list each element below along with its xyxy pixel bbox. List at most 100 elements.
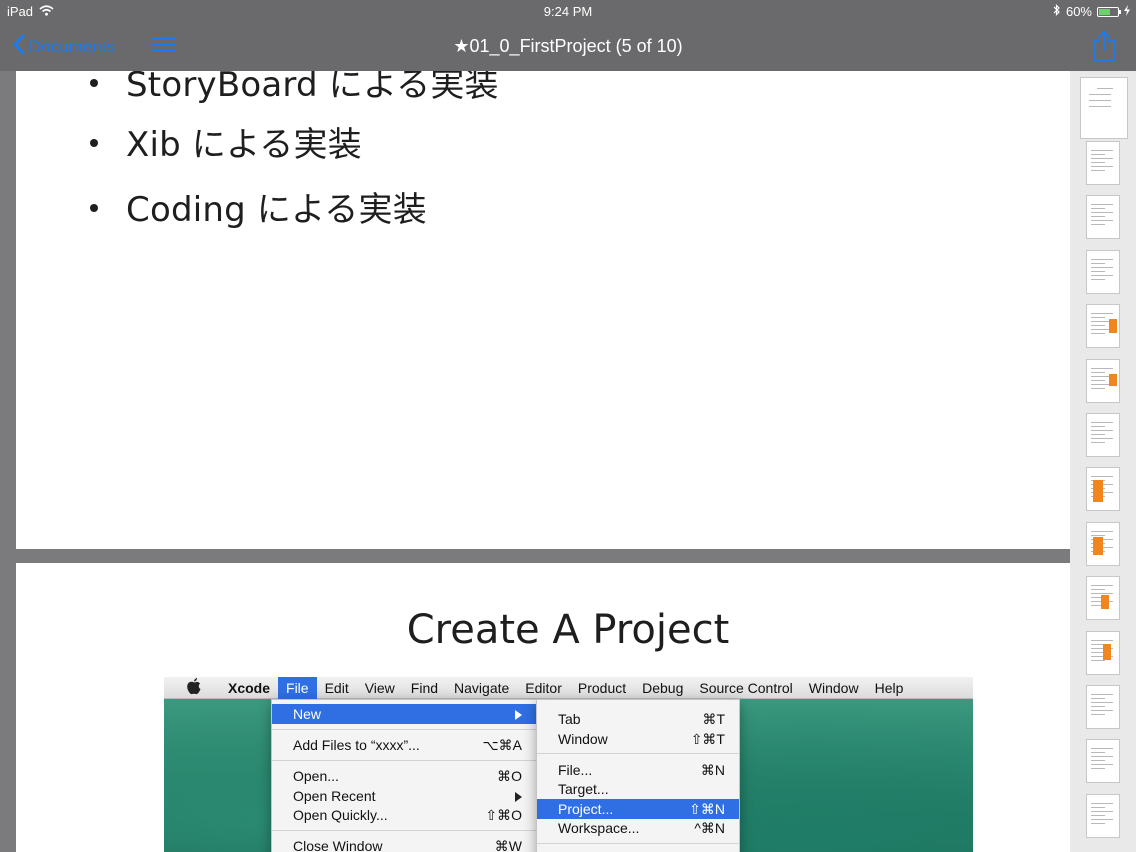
- thumbnail-line: [1091, 714, 1105, 715]
- page-thumbnail[interactable]: [1086, 576, 1120, 621]
- thumbnail-line: [1091, 224, 1105, 226]
- menu-source-control: Source Control: [699, 679, 793, 696]
- page-thumbnail[interactable]: [1080, 77, 1128, 139]
- menu-window: Window: [808, 679, 859, 696]
- page-thumbnail[interactable]: [1086, 630, 1120, 675]
- page-thumbnail[interactable]: [1086, 521, 1120, 566]
- page-thumbnail[interactable]: [1086, 793, 1120, 838]
- thumbnail-line: [1091, 422, 1113, 423]
- battery-icon: [1097, 6, 1121, 17]
- file-menu-item-open: Open... ⌘O: [293, 768, 522, 784]
- page-thumbnail[interactable]: [1086, 141, 1120, 185]
- xcode-screenshot: Xcode File Edit View Find Navigate Edito…: [164, 677, 973, 852]
- thumbnail-line: [1091, 585, 1113, 587]
- thumbnail-line: [1091, 639, 1113, 641]
- thumbnail-line: [1091, 216, 1105, 218]
- thumbnail-line: [1091, 710, 1113, 711]
- page-thumbnail[interactable]: [1086, 304, 1120, 349]
- thumbnail-line: [1091, 534, 1105, 536]
- thumbnail-line: [1091, 212, 1113, 214]
- thumbnail-line: [1091, 698, 1105, 699]
- thumbnail-line: [1091, 379, 1105, 381]
- thumbnail-highlight: [1101, 595, 1109, 610]
- menu-separator: [272, 830, 536, 831]
- menu-separator: [537, 753, 739, 754]
- thumbnail-line: [1091, 220, 1113, 222]
- thumbnail-line: [1091, 367, 1113, 369]
- thumbnail-line: [1091, 760, 1105, 762]
- thumbnail-line: [1091, 694, 1113, 695]
- apple-logo-icon: [186, 677, 206, 698]
- thumbnail-line: [1091, 313, 1113, 315]
- thumbnail-line: [1091, 659, 1105, 661]
- new-menu-item-window: Window ⇧⌘T: [558, 731, 725, 747]
- thumbnail-line: [1091, 438, 1113, 439]
- page-thumbnail[interactable]: [1086, 249, 1120, 294]
- thumbnail-line: [1091, 162, 1105, 163]
- thumbnail-line: [1091, 426, 1105, 427]
- menu-debug: Debug: [642, 679, 684, 696]
- page-thumbnail[interactable]: [1086, 358, 1120, 403]
- thumbnail-line: [1091, 814, 1105, 816]
- thumbnail-line: [1091, 150, 1113, 151]
- menu-find: Find: [410, 679, 439, 696]
- thumbnail-line: [1091, 317, 1105, 319]
- thumbnail-line: [1091, 593, 1113, 595]
- file-dropdown: New Add Files to “xxxx”... ⌥⌘A Open... ⌘…: [271, 699, 537, 852]
- new-menu-item-tab: Tab ⌘T: [558, 711, 725, 727]
- thumbnail-highlight: [1109, 319, 1117, 334]
- thumbnail-line: [1091, 806, 1105, 808]
- thumbnail-highlight: [1109, 373, 1117, 386]
- thumbnail-line: [1091, 752, 1105, 754]
- share-button[interactable]: [1092, 30, 1116, 67]
- submenu-arrow-icon: [515, 710, 522, 720]
- page-thumbnail[interactable]: [1086, 413, 1120, 457]
- navigation-bar: Documents ★01_0_FirstProject (5 of 10): [0, 22, 1136, 71]
- battery-fill: [1099, 8, 1110, 15]
- new-submenu: Tab ⌘T Window ⇧⌘T File... ⌘N Target... P…: [536, 699, 740, 852]
- thumbnail-highlight: [1093, 536, 1103, 555]
- thumbnail-line: [1091, 158, 1113, 159]
- thumbnail-line: [1091, 442, 1105, 443]
- bluetooth-icon: [1053, 4, 1061, 19]
- page-thumbnail[interactable]: [1086, 195, 1120, 240]
- clock: 9:24 PM: [543, 4, 593, 19]
- thumbnail-line: [1091, 154, 1105, 155]
- thumbnail-line: [1091, 274, 1113, 276]
- thumbnail-line: [1091, 371, 1105, 373]
- thumbnail-line: [1091, 387, 1105, 389]
- thumbnail-line: [1091, 208, 1105, 210]
- thumbnail-line: [1091, 748, 1113, 750]
- thumbnail-line: [1097, 88, 1113, 89]
- thumbnail-highlight: [1093, 480, 1103, 503]
- thumbnail-line: [1091, 818, 1113, 820]
- thumbnail-line: [1091, 333, 1105, 335]
- page-thumbnail[interactable]: [1086, 739, 1120, 784]
- page-thumbnail[interactable]: [1086, 467, 1120, 512]
- page-thumbnail-sidebar[interactable]: [1070, 71, 1136, 852]
- thumbnail-line: [1091, 434, 1105, 435]
- status-bar: iPad 9:24 PM 60%: [0, 0, 1136, 22]
- thumbnail-line: [1091, 430, 1113, 431]
- thumbnail-line: [1089, 100, 1111, 101]
- mac-menubar: Xcode File Edit View Find Navigate Edito…: [164, 677, 973, 699]
- menu-product: Product: [577, 679, 627, 696]
- charging-icon: [1124, 4, 1130, 19]
- file-menu-item-new: New: [272, 704, 536, 724]
- menu-separator: [272, 760, 536, 761]
- menu-navigate: Navigate: [454, 679, 510, 696]
- thumbnail-line: [1091, 476, 1113, 478]
- page-thumbnail[interactable]: [1086, 685, 1120, 729]
- menu-separator: [272, 729, 536, 730]
- slide-title: Create A Project: [406, 607, 730, 653]
- thumbnail-line: [1091, 802, 1113, 804]
- thumbnail-line: [1091, 702, 1113, 703]
- menu-file: File: [278, 677, 317, 699]
- slide-page-1: StoryBoard による実装 Xib による実装 Coding による実装: [16, 65, 1070, 549]
- thumbnail-line: [1091, 768, 1105, 770]
- menu-view: View: [364, 679, 395, 696]
- thumbnail-line: [1091, 278, 1105, 280]
- thumbnail-line: [1091, 266, 1113, 268]
- submenu-arrow-icon: [515, 792, 522, 802]
- new-menu-item-project: Project... ⇧⌘N: [537, 799, 739, 819]
